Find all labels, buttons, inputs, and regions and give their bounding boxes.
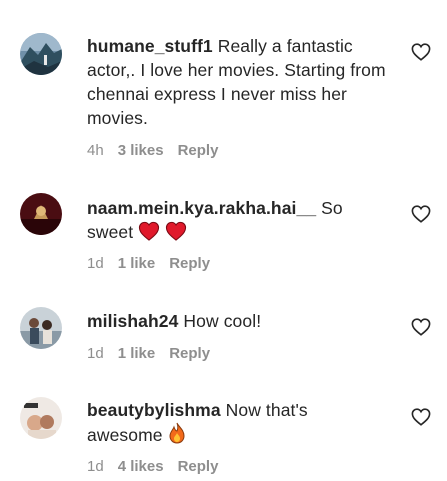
red-heart-icon [138, 221, 160, 247]
comment-text: milishah24 How cool! [87, 309, 387, 333]
like-heart-icon[interactable] [411, 408, 431, 426]
comment-meta: 1d 1 like Reply [87, 255, 224, 272]
comment-meta: 4h 3 likes Reply [87, 142, 232, 159]
reply-button[interactable]: Reply [178, 142, 219, 159]
comment-likes[interactable]: 1 like [118, 255, 156, 272]
comment-text: beautybylishma Now that's awesome [87, 398, 387, 450]
comment-username[interactable]: naam.mein.kya.rakha.hai__ [87, 198, 316, 218]
comment-body-continued: awesome [87, 425, 163, 445]
comment-body: Now that's [220, 400, 308, 420]
comment-body-continued: actor,. I love her movies. Starting from… [87, 60, 386, 128]
comment-text: humane_stuff1 Really a fantastic actor,.… [87, 34, 387, 130]
comment-meta: 1d 4 likes Reply [87, 458, 232, 475]
comment-body: Really a fantastic [212, 36, 353, 56]
reply-button[interactable]: Reply [178, 458, 219, 475]
comment-likes[interactable]: 3 likes [118, 142, 164, 159]
vogue-cover-avatar-icon[interactable] [20, 397, 62, 439]
comment-time: 4h [87, 142, 104, 159]
comment-time: 1d [87, 345, 104, 362]
dark-red-avatar-icon[interactable] [20, 193, 62, 235]
comment-meta: 1d 1 like Reply [87, 345, 224, 362]
red-heart-icon [165, 221, 187, 247]
like-heart-icon[interactable] [411, 43, 431, 61]
comment-body: So [316, 198, 343, 218]
comment-likes[interactable]: 4 likes [118, 458, 164, 475]
comment-likes[interactable]: 1 like [118, 345, 156, 362]
comment-username[interactable]: beautybylishma [87, 400, 221, 420]
comment-time: 1d [87, 458, 104, 475]
like-heart-icon[interactable] [411, 205, 431, 223]
comment-username[interactable]: humane_stuff1 [87, 36, 213, 56]
like-heart-icon[interactable] [411, 318, 431, 336]
comment-text: naam.mein.kya.rakha.hai__ So sweet [87, 196, 387, 247]
reply-button[interactable]: Reply [169, 345, 210, 362]
comment-time: 1d [87, 255, 104, 272]
reply-button[interactable]: Reply [169, 255, 210, 272]
fire-icon [168, 422, 186, 450]
comment-body: How cool! [178, 311, 262, 331]
comment-body-continued: sweet [87, 222, 134, 242]
comment-username[interactable]: milishah24 [87, 311, 178, 331]
mountain-avatar-icon[interactable] [20, 33, 62, 75]
couple-photo-avatar-icon[interactable] [20, 307, 62, 349]
